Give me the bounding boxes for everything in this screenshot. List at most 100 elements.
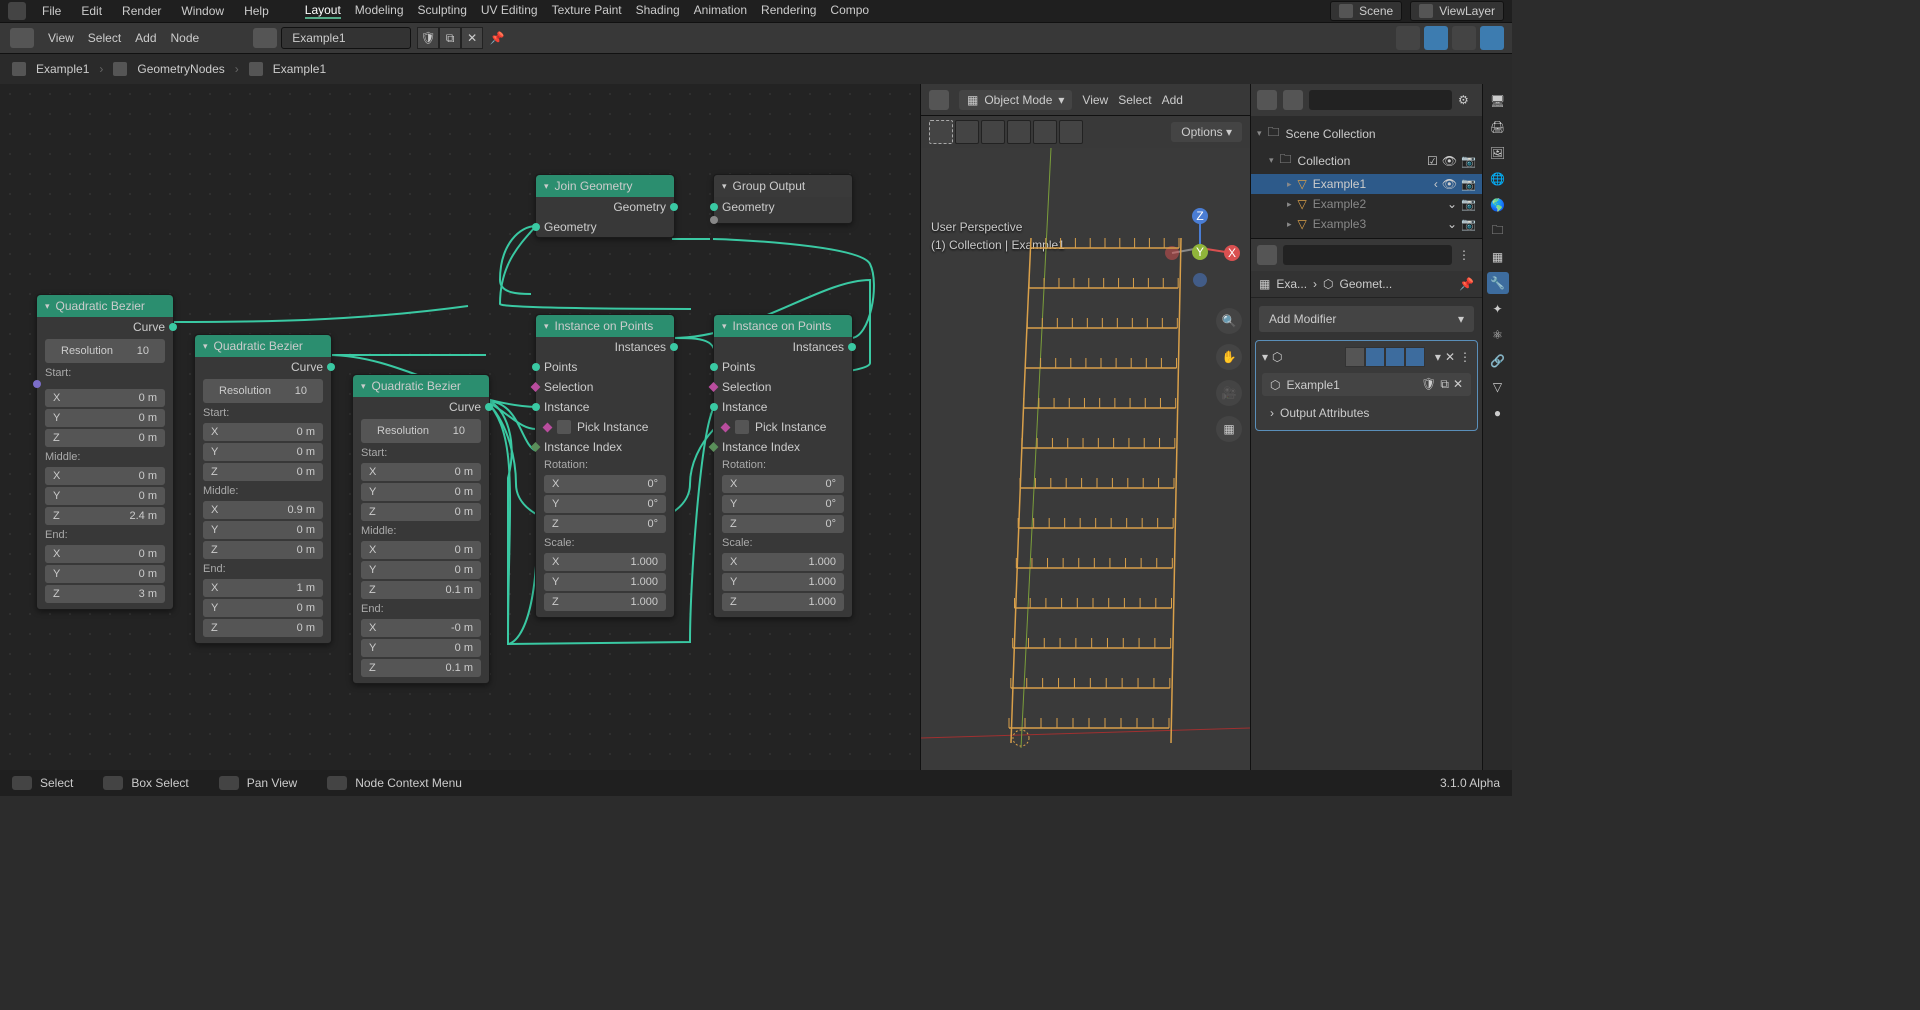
mode-selector[interactable]: ▦ Object Mode ▾ [959,90,1072,110]
end-x[interactable]: X0 m [45,545,165,563]
tab-particles-icon[interactable]: ✦ [1487,298,1509,320]
tab-physics-icon[interactable]: ⚛ [1487,324,1509,346]
pivot-icon[interactable] [1480,26,1504,50]
chevron-icon[interactable]: ‹ [1434,177,1438,191]
collapse-icon[interactable]: ▾ [722,321,727,332]
blender-logo-icon[interactable] [8,2,26,20]
node-quadratic-bezier-1[interactable]: ▾Quadratic Bezier Curve Resolution10 Sta… [36,294,174,610]
tab-render-icon[interactable]: 🖥 [1487,90,1509,112]
scale-y[interactable]: Y1.000 [722,573,844,591]
shield-icon[interactable]: 🛡 [417,27,439,49]
tab-sculpting[interactable]: Sculpting [418,3,467,19]
rot-z[interactable]: Z0° [722,515,844,533]
tab-shading[interactable]: Shading [636,3,680,19]
mid-x[interactable]: X0 m [45,467,165,485]
tab-rendering[interactable]: Rendering [761,3,816,19]
collapse-icon[interactable]: ▾ [45,301,50,312]
rot-z[interactable]: Z0° [544,515,666,533]
mode-realtime-icon[interactable] [1365,347,1385,367]
end-z[interactable]: Z0.1 m [361,659,481,677]
menu-edit[interactable]: Edit [81,4,102,18]
tab-texturepaint[interactable]: Texture Paint [552,3,622,19]
breadcrumb-group[interactable]: Example1 [273,62,326,76]
props-editor-icon[interactable] [1257,245,1277,265]
tab-modifier-icon[interactable]: 🔧 [1487,272,1509,294]
outliner-editor-icon[interactable] [1257,90,1277,110]
select-mode-6-icon[interactable] [1059,120,1083,144]
eye-icon[interactable]: 👁 [1442,177,1457,191]
add-modifier-dropdown[interactable]: Add Modifier ▾ [1259,306,1474,332]
start-x[interactable]: X0 m [203,423,323,441]
chevron-icon[interactable]: ⌄ [1447,217,1457,231]
start-x[interactable]: X0 m [45,389,165,407]
options-icon[interactable]: ⋮ [1458,248,1476,262]
collapse-icon[interactable]: ▾ [361,381,366,392]
select-mode-3-icon[interactable] [981,120,1005,144]
resolution-field[interactable]: Resolution10 [45,339,165,363]
rot-y[interactable]: Y0° [544,495,666,513]
tab-scene-icon[interactable]: 🌐 [1487,168,1509,190]
outliner-item-example1[interactable]: ▸▽ Example1 ‹👁📷 [1251,174,1482,194]
end-x[interactable]: X1 m [203,579,323,597]
pin-icon[interactable]: 📌 [487,31,507,45]
props-search[interactable] [1283,245,1452,265]
camera-icon[interactable]: 📷 [1461,154,1476,168]
end-y[interactable]: Y0 m [361,639,481,657]
snap-options-icon[interactable] [1452,26,1476,50]
tab-world-icon[interactable]: 🌎 [1487,194,1509,216]
close-icon[interactable]: ✕ [461,27,483,49]
mid-z[interactable]: Z0 m [203,541,323,559]
node-quadratic-bezier-3[interactable]: ▾Quadratic Bezier Curve Resolution10 Sta… [352,374,490,684]
outliner-display-icon[interactable] [1283,90,1303,110]
outliner-search[interactable] [1309,90,1452,110]
output-attributes-toggle[interactable]: › Output Attributes [1260,400,1473,426]
mid-z[interactable]: Z2.4 m [45,507,165,525]
nodeedit-menu-add[interactable]: Add [135,31,156,45]
filter-icon[interactable]: ⚙ [1458,93,1476,107]
tab-object-icon[interactable]: ▦ [1487,246,1509,268]
select-tool-icon[interactable] [929,120,953,144]
outliner-item-example2[interactable]: ▸▽ Example2 ⌄📷 [1251,194,1482,214]
tab-layout[interactable]: Layout [305,3,341,19]
camera-icon[interactable]: 📷 [1461,217,1476,231]
scene-selector[interactable]: Scene [1330,1,1402,21]
viewport-canvas[interactable]: User Perspective (1) Collection | Exampl… [921,148,1250,770]
tab-data-icon[interactable]: ▽ [1487,376,1509,398]
collapse-icon[interactable]: ▾ [544,181,549,192]
start-y[interactable]: Y0 m [361,483,481,501]
rot-y[interactable]: Y0° [722,495,844,513]
collapse-icon[interactable]: ▾ [203,341,208,352]
pick-instance-checkbox[interactable] [735,420,749,434]
resolution-field[interactable]: Resolution10 [203,379,323,403]
menu-render[interactable]: Render [122,4,161,18]
mode-render-icon[interactable] [1385,347,1405,367]
node-join-geometry[interactable]: ▾Join Geometry Geometry Geometry [535,174,675,238]
mid-x[interactable]: X0 m [361,541,481,559]
vp-menu-add[interactable]: Add [1162,93,1183,107]
tab-viewlayer-icon[interactable]: 🖼 [1487,142,1509,164]
outliner-collection[interactable]: ▾🗀 Collection ☑👁📷 [1251,147,1482,174]
tab-animation[interactable]: Animation [694,3,747,19]
end-y[interactable]: Y0 m [45,565,165,583]
breadcrumb-mod[interactable]: GeometryNodes [137,62,224,76]
scale-y[interactable]: Y1.000 [544,573,666,591]
collapse-icon[interactable]: ▾ [722,181,727,192]
shield-icon[interactable]: 🛡 [1421,377,1436,392]
select-mode-5-icon[interactable] [1033,120,1057,144]
mid-y[interactable]: Y0 m [203,521,323,539]
collapse-icon[interactable]: ▾ [1262,350,1268,364]
breadcrumb-obj[interactable]: Example1 [36,62,89,76]
start-y[interactable]: Y0 m [45,409,165,427]
props-crumb-obj[interactable]: Exa... [1276,277,1307,291]
end-z[interactable]: Z3 m [45,585,165,603]
overlay-toggle-icon[interactable] [1396,26,1420,50]
start-z[interactable]: Z0 m [361,503,481,521]
node-editor-canvas[interactable]: ▾Quadratic Bezier Curve Resolution10 Sta… [0,84,920,770]
menu-window[interactable]: Window [181,4,224,18]
snap-toggle-icon[interactable] [1424,26,1448,50]
mid-x[interactable]: X0.9 m [203,501,323,519]
tab-collection-icon[interactable]: 🗀 [1487,220,1509,242]
nodeedit-menu-node[interactable]: Node [171,31,200,45]
collapse-icon[interactable]: ▾ [544,321,549,332]
scale-x[interactable]: X1.000 [544,553,666,571]
